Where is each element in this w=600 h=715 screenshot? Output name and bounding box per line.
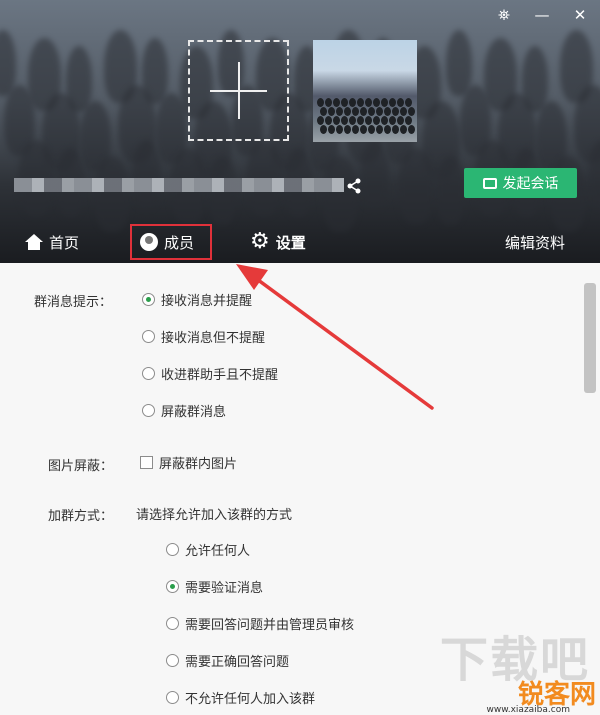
share-icon[interactable]	[346, 178, 362, 198]
option-label: 收进群助手且不提醒	[161, 368, 279, 383]
image-block-label: 图片屏蔽：	[48, 459, 114, 474]
group-photo-thumbnail[interactable]	[313, 40, 417, 142]
edit-profile-label: 编辑资料	[505, 233, 566, 252]
chat-icon	[482, 177, 497, 189]
msg-notify-option[interactable]: 接收消息但不提醒	[142, 327, 265, 346]
start-chat-label: 发起会话	[502, 176, 559, 192]
add-photo-button[interactable]	[188, 40, 289, 141]
msg-notify-option[interactable]: 屏蔽群消息	[142, 401, 226, 420]
option-label: 需要回答问题并由管理员审核	[185, 618, 355, 633]
start-chat-button[interactable]: 发起会话	[464, 168, 577, 198]
radio-button[interactable]	[142, 330, 155, 343]
tab-settings-label: 设置	[275, 233, 306, 252]
join-method-option[interactable]: 不允许任何人加入该群	[166, 688, 315, 707]
option-label: 接收消息并提醒	[161, 294, 253, 309]
tab-members[interactable]: 成员	[130, 224, 212, 260]
group-name-redacted	[14, 178, 344, 192]
edit-profile-link[interactable]: 编辑资料	[505, 224, 565, 260]
tab-members-label: 成员	[164, 233, 195, 252]
user-icon	[140, 233, 158, 251]
tab-home-label: 首页	[49, 233, 80, 252]
group-tabs: 首页 成员 ⚙ 设置 编辑资料	[0, 224, 600, 260]
group-header-banner: ⛯ — ✕ 发起会话 首页 成员 ⚙ 设置 编辑资料	[0, 0, 600, 263]
option-label: 允许任何人	[185, 544, 251, 559]
close-icon[interactable]: ✕	[570, 6, 590, 24]
join-method-option[interactable]: 需要正确回答问题	[166, 651, 289, 670]
join-method-hint: 请选择允许加入该群的方式	[136, 508, 293, 523]
radio-button[interactable]	[166, 617, 179, 630]
gear-icon: ⚙	[250, 229, 270, 254]
radio-button[interactable]	[142, 404, 155, 417]
home-icon	[25, 234, 43, 250]
option-label: 需要验证消息	[185, 581, 264, 596]
option-label: 需要正确回答问题	[185, 655, 290, 670]
option-label: 不允许任何人加入该群	[185, 692, 316, 707]
msg-notify-option[interactable]: 收进群助手且不提醒	[142, 364, 278, 383]
checkbox[interactable]	[140, 456, 153, 469]
join-method-label: 加群方式：	[48, 509, 114, 524]
minimize-icon[interactable]: —	[532, 6, 552, 24]
tab-settings[interactable]: ⚙ 设置	[250, 224, 306, 260]
tab-home[interactable]: 首页	[25, 224, 79, 260]
window-controls: ⛯ — ✕	[494, 6, 590, 24]
radio-button[interactable]	[166, 691, 179, 704]
msg-notify-option[interactable]: 接收消息并提醒	[142, 290, 252, 309]
radio-button[interactable]	[166, 543, 179, 556]
radio-button[interactable]	[142, 367, 155, 380]
option-label: 屏蔽群消息	[161, 405, 227, 420]
join-method-option[interactable]: 允许任何人	[166, 540, 250, 559]
image-block-option[interactable]: 屏蔽群内图片	[140, 453, 237, 472]
skin-icon[interactable]: ⛯	[494, 6, 514, 24]
radio-button[interactable]	[166, 654, 179, 667]
option-label: 屏蔽群内图片	[159, 457, 238, 472]
join-method-option[interactable]: 需要验证消息	[166, 577, 263, 596]
scrollbar-thumb[interactable]	[584, 283, 596, 393]
msg-notify-label: 群消息提示：	[34, 295, 113, 310]
radio-button[interactable]	[142, 293, 155, 306]
radio-button[interactable]	[166, 580, 179, 593]
option-label: 接收消息但不提醒	[161, 331, 266, 346]
watermark-site: www.xiazaiba.com	[486, 705, 570, 715]
join-method-option[interactable]: 需要回答问题并由管理员审核	[166, 614, 354, 633]
